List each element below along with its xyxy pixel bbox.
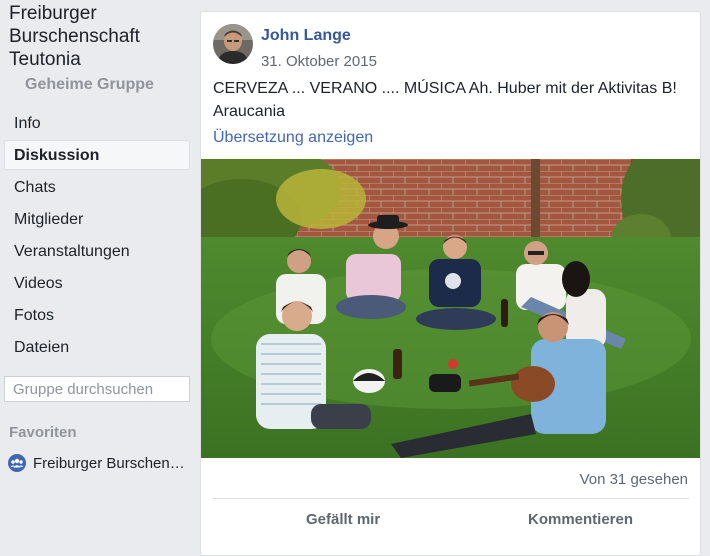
- divider: [213, 498, 689, 499]
- group-icon: [8, 454, 26, 472]
- favorite-item-label: Freiburger Burschenschaft Teutonia: [33, 454, 191, 472]
- post-photo[interactable]: [201, 159, 700, 458]
- nav-item-fotos[interactable]: Fotos: [4, 300, 190, 330]
- nav-item-veranstaltungen[interactable]: Veranstaltungen: [4, 236, 190, 266]
- author-avatar[interactable]: [213, 24, 253, 64]
- post-text: CERVEZA ... VERANO .... MÚSICA Ah. Huber…: [213, 80, 677, 120]
- nav-item-videos[interactable]: Videos: [4, 268, 190, 298]
- group-search-input[interactable]: [4, 376, 190, 402]
- seen-count: Von 31 gesehen: [579, 471, 688, 488]
- favorite-item[interactable]: Freiburger Burschenschaft Teutonia: [8, 452, 192, 474]
- nav-item-chats[interactable]: Chats: [4, 172, 190, 202]
- post-author[interactable]: John Lange: [261, 27, 351, 45]
- group-name[interactable]: Freiburger Burschenschaft Teutonia: [9, 2, 189, 71]
- nav-item-diskussion[interactable]: Diskussion: [4, 140, 190, 170]
- favorites-heading: Favoriten: [9, 424, 77, 441]
- nav-item-info[interactable]: Info: [4, 108, 190, 138]
- group-privacy-label: Geheime Gruppe: [25, 76, 154, 93]
- post-date[interactable]: 31. Oktober 2015: [261, 53, 377, 70]
- post-card: John Lange 31. Oktober 2015 CERVEZA ... …: [200, 11, 701, 556]
- nav-item-mitglieder[interactable]: Mitglieder: [4, 204, 190, 234]
- like-button[interactable]: Gefällt mir: [306, 511, 380, 528]
- nav-item-dateien[interactable]: Dateien: [4, 332, 190, 362]
- show-translation-link[interactable]: Übersetzung anzeigen: [213, 129, 373, 147]
- left-sidebar: Freiburger Burschenschaft Teutonia Gehei…: [0, 0, 192, 544]
- group-nav: Info Diskussion Chats Mitglieder Veranst…: [4, 108, 190, 364]
- comment-button[interactable]: Kommentieren: [528, 511, 633, 528]
